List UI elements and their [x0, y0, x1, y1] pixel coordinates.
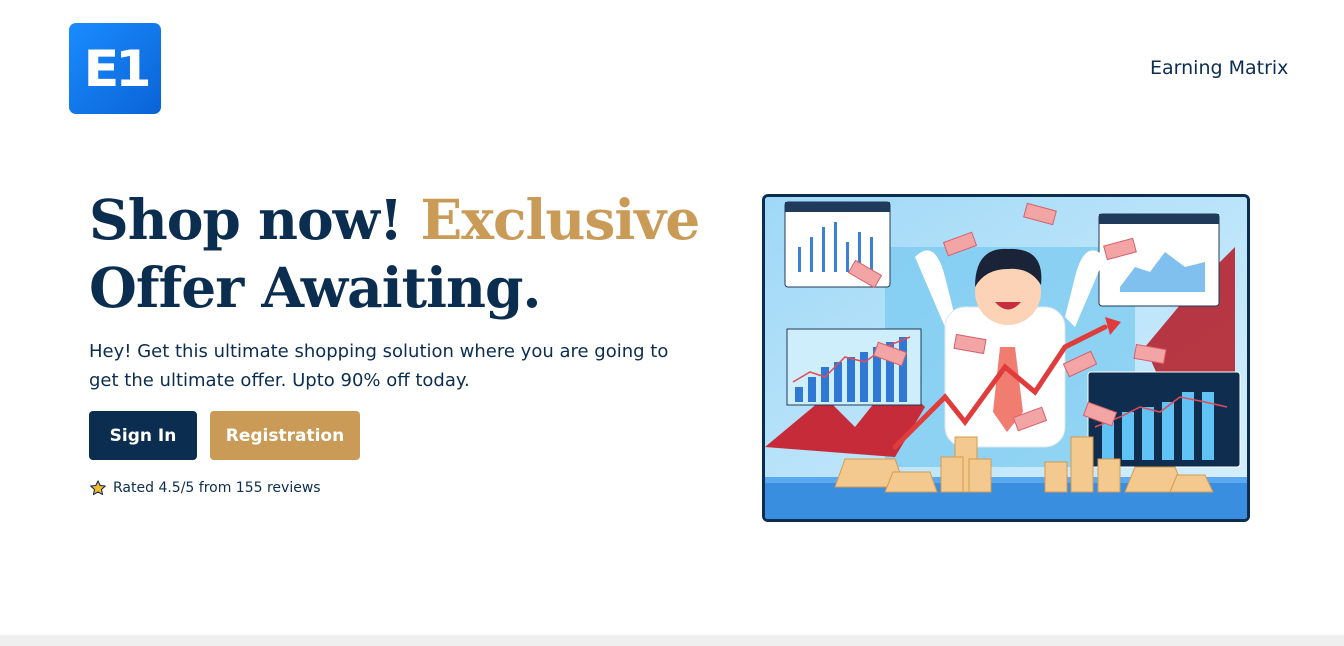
registration-button[interactable]: Registration	[210, 411, 360, 460]
headline-accent: Exclusive	[420, 187, 700, 252]
brand-name[interactable]: Earning Matrix	[1150, 57, 1288, 79]
headline-part1: Shop now!	[89, 187, 421, 252]
footer-strip	[0, 635, 1344, 646]
star-icon	[90, 480, 106, 496]
headline-part2: Offer Awaiting.	[89, 255, 542, 320]
rating-text: Rated 4.5/5 from 155 reviews	[113, 480, 321, 496]
rating: Rated 4.5/5 from 155 reviews	[89, 479, 321, 497]
business-man-illustration	[765, 197, 1247, 519]
hero-headline: Shop now! Exclusive Offer Awaiting.	[89, 186, 709, 322]
hero-illustration	[762, 194, 1250, 522]
site-logo[interactable]: E1	[69, 23, 161, 114]
logo-text: E1	[82, 39, 151, 98]
hero-subtext: Hey! Get this ultimate shopping solution…	[89, 341, 669, 391]
sign-in-button[interactable]: Sign In	[89, 411, 197, 460]
